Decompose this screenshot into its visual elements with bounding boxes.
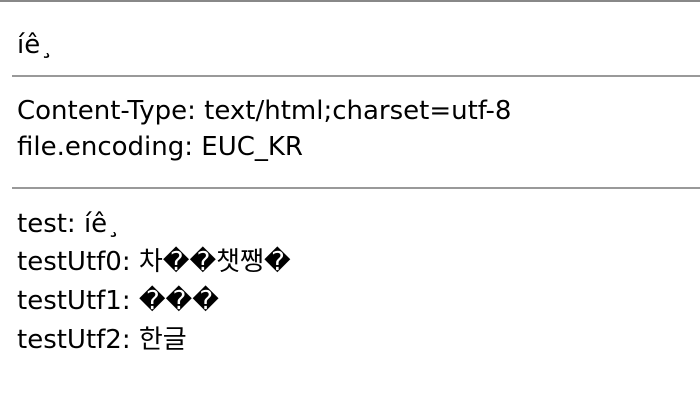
test-utf1-line: testUtf1: ��� (17, 286, 219, 316)
divider (12, 187, 700, 189)
heading-text: íê¸ (17, 30, 54, 60)
test-utf0-line: testUtf0: 차��챗쨍� (17, 247, 291, 277)
test-line: test: íê¸ (17, 209, 121, 239)
content-type-line: Content-Type: text/html;charset=utf-8 (17, 96, 512, 126)
divider (12, 75, 700, 77)
file-encoding-line: file.encoding: EUC_KR (17, 132, 303, 162)
test-utf2-line: testUtf2: 한글 (17, 325, 187, 355)
